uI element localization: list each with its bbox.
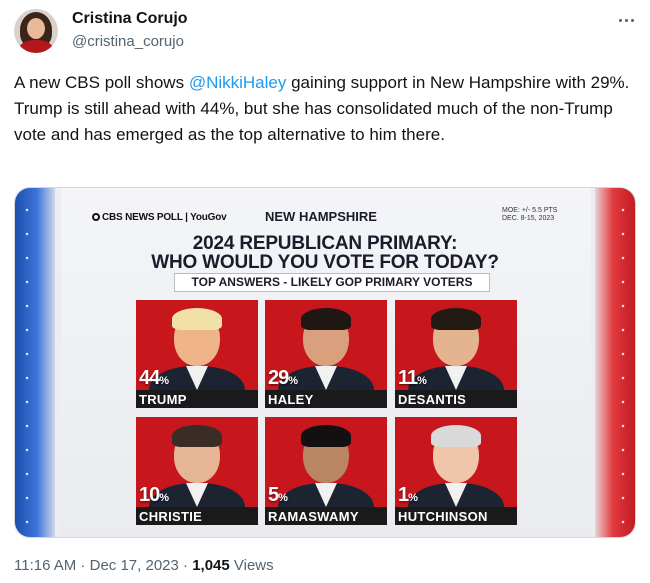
candidate-percent-unit: %	[278, 492, 288, 504]
candidate-percent: 11%	[398, 367, 427, 390]
candidate-percent-unit: %	[159, 375, 169, 387]
candidate-percent-value: 11	[398, 367, 418, 389]
author-display-name[interactable]: Cristina Corujo	[72, 10, 188, 28]
candidate-percent-value: 44	[139, 367, 160, 389]
views-label: Views	[229, 557, 274, 574]
candidate-percent-unit: %	[417, 375, 427, 387]
tweet-date[interactable]: Dec 17, 2023	[90, 557, 179, 574]
candidate-card: 11% DESANTIS	[395, 300, 517, 408]
tweet-meta: 11:16 AM · Dec 17, 2023 · 1,045 Views	[14, 557, 274, 574]
candidate-name: DESANTIS	[398, 392, 467, 407]
candidate-card: 5% RAMASWAMY	[265, 417, 387, 525]
poll-moe-line: MOE: +/- 5.5 PTS	[502, 207, 558, 214]
poll-moe: MOE: +/- 5.5 PTS DEC. 8-15, 2023	[502, 207, 564, 223]
poll-subheadline: TOP ANSWERS - LIKELY GOP PRIMARY VOTERS	[174, 273, 490, 292]
meta-separator: ·	[178, 557, 193, 574]
more-icon[interactable]	[612, 10, 640, 30]
candidate-name: RAMASWAMY	[268, 509, 359, 524]
candidate-name: HALEY	[268, 392, 314, 407]
candidate-percent-value: 10	[139, 484, 160, 506]
candidate-percent: 29%	[268, 367, 298, 390]
decorative-red-bar	[595, 188, 635, 537]
candidate-name: CHRISTIE	[139, 509, 203, 524]
tweet-text: A new CBS poll shows @NikkiHaley gaining…	[14, 70, 638, 148]
decorative-blue-bar	[15, 188, 55, 537]
poll-state: NEW HAMPSHIRE	[265, 209, 377, 224]
candidate-percent-unit: %	[159, 492, 169, 504]
poll-brand-text: CBS NEWS POLL | YouGov	[102, 212, 227, 223]
candidate-percent: 5%	[268, 484, 288, 507]
candidate-card: 10% CHRISTIE	[136, 417, 258, 525]
candidate-card: 1% HUTCHINSON	[395, 417, 517, 525]
candidate-card: 44% TRUMP	[136, 300, 258, 408]
candidate-card: 29% HALEY	[265, 300, 387, 408]
tweet-media-image[interactable]: CBS NEWS POLL | YouGov NEW HAMPSHIRE MOE…	[14, 187, 636, 538]
tweet-text-part: A new CBS poll shows	[14, 73, 189, 92]
candidate-percent-unit: %	[408, 492, 418, 504]
candidate-name: TRUMP	[139, 392, 187, 407]
poll-date-line: DEC. 8-15, 2023	[502, 215, 555, 222]
candidate-percent-value: 29	[268, 367, 289, 389]
poll-headline-line: 2024 REPUBLICAN PRIMARY:	[192, 233, 458, 254]
meta-separator: ·	[76, 557, 90, 574]
candidate-percent: 44%	[139, 367, 169, 390]
author-handle[interactable]: @cristina_corujo	[72, 33, 184, 50]
candidate-percent-unit: %	[288, 375, 298, 387]
candidate-percent-value: 5	[268, 484, 279, 506]
views-count: 1,045	[192, 557, 230, 574]
poll-brand: CBS NEWS POLL | YouGov	[92, 212, 227, 223]
avatar[interactable]	[14, 9, 58, 53]
cbs-eye-icon	[92, 213, 100, 221]
candidate-percent: 1%	[398, 484, 418, 507]
mention-link[interactable]: @NikkiHaley	[189, 73, 287, 92]
candidate-percent: 10%	[139, 484, 169, 507]
poll-headline: 2024 REPUBLICAN PRIMARY: WHO WOULD YOU V…	[115, 234, 535, 272]
candidate-percent-value: 1	[398, 484, 409, 506]
poll-headline-line: WHO WOULD YOU VOTE FOR TODAY?	[151, 252, 499, 273]
candidate-name: HUTCHINSON	[398, 509, 488, 524]
tweet-time[interactable]: 11:16 AM	[14, 557, 76, 574]
